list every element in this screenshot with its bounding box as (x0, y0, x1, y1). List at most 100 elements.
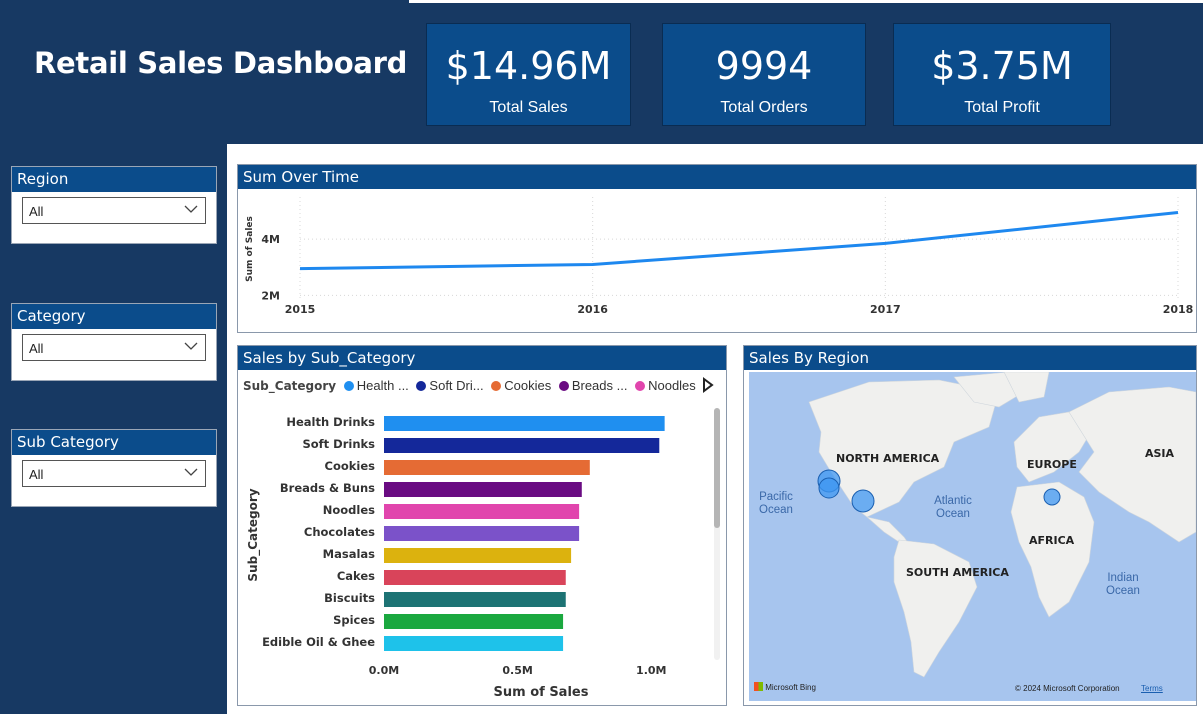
kpi-label: Total Sales (489, 99, 568, 116)
map-bubble (1043, 488, 1061, 506)
bar-chart-panel: Sales by Sub_Category Sub_Category Healt… (237, 345, 727, 706)
panel-title: Sales By Region (744, 346, 1196, 370)
legend-dot (635, 381, 646, 391)
kpi-label: Total Orders (720, 99, 808, 116)
chevron-down-icon (184, 205, 198, 213)
legend-item[interactable]: Cookies (491, 378, 551, 393)
dropdown-value: All (29, 341, 44, 356)
category-label: Breads & Buns (280, 481, 375, 495)
kpi-card-total-profit[interactable]: $3.75M Total Profit (893, 23, 1111, 126)
line-chart-panel: Sum Over Time 2M 4M 2015 2016 2017 2018 Sum of… (237, 164, 1197, 333)
ocean-label: Indian Ocean (1106, 572, 1140, 597)
y-axis-title: Sub_Category (246, 488, 261, 581)
kpi-value: 9994 (715, 44, 813, 88)
x-tick-label: 2018 (1163, 303, 1194, 316)
legend-item[interactable]: Soft Dri... (416, 378, 484, 393)
bar (384, 416, 665, 431)
map-bubble (851, 489, 875, 513)
legend-item[interactable]: Breads ... (558, 378, 628, 393)
legend-dot (491, 381, 502, 391)
map-panel: Sales By Region NORTH AMERICA EUROPE ASI… (743, 345, 1197, 706)
bar (384, 526, 580, 541)
x-tick-label: 2015 (285, 303, 316, 316)
scrollbar-thumb[interactable] (714, 408, 720, 528)
legend-label: Breads ... (571, 378, 628, 393)
category-label: Health Drinks (286, 415, 375, 429)
category-label: Spices (333, 613, 375, 627)
ocean-label: Pacific Ocean (759, 491, 793, 516)
microsoft-logo-icon (754, 682, 763, 691)
x-tick-label: 2016 (577, 303, 608, 316)
chevron-down-icon (184, 342, 198, 350)
continent-label: NORTH AMERICA (836, 452, 940, 465)
panel-title: Sales by Sub_Category (238, 346, 726, 370)
kpi-value: $14.96M (445, 44, 612, 88)
bar (384, 614, 564, 629)
bar (384, 570, 566, 585)
slicer-title: Sub Category (12, 430, 216, 455)
dropdown-value: All (29, 204, 44, 219)
ocean-label: Atlantic Ocean (934, 495, 972, 520)
legend-item[interactable]: Health ... (343, 378, 409, 393)
continent-label: EUROPE (1027, 458, 1077, 471)
x-axis-title: Sum of Sales (494, 685, 589, 700)
bar-chart[interactable]: Sub_Category Health Drinks Soft Drinks Cook… (238, 408, 726, 705)
dashboard-canvas: Retail Sales Dashboard $14.96M Total Sal… (0, 0, 1203, 714)
legend-dot (416, 381, 427, 391)
bar (384, 636, 564, 651)
slicer-region: Region All (11, 166, 217, 244)
continent-label: ASIA (1145, 447, 1175, 460)
legend-label: Soft Dri... (429, 378, 484, 393)
chart-legend: Sub_Category Health ... Soft Dri... Cook… (243, 378, 700, 393)
kpi-value: $3.75M (931, 44, 1073, 88)
panel-title: Sum Over Time (238, 165, 1196, 189)
continent-label: AFRICA (1029, 534, 1075, 547)
bar (384, 592, 566, 607)
category-label: Edible Oil & Ghee (262, 635, 375, 649)
kpi-label: Total Profit (964, 99, 1040, 116)
kpi-card-total-orders[interactable]: 9994 Total Orders (662, 23, 866, 126)
slicer-category: Category All (11, 303, 217, 381)
bing-logo: Microsoft Bing (754, 682, 816, 692)
bar (384, 460, 590, 475)
legend-label: Health ... (356, 378, 409, 393)
series-line (299, 210, 1179, 271)
x-tick-label: 0.0M (369, 664, 399, 677)
kpi-card-total-sales[interactable]: $14.96M Total Sales (426, 23, 631, 126)
legend-title: Sub_Category (243, 379, 337, 393)
legend-item[interactable]: Noodles (635, 378, 696, 393)
legend-label: Cookies (504, 378, 552, 393)
category-label: Cakes (337, 569, 375, 583)
continent-label: SOUTH AMERICA (906, 566, 1009, 579)
x-tick-label: 0.5M (502, 664, 532, 677)
category-label: Noodles (323, 503, 375, 517)
legend-next-arrow-icon[interactable] (702, 377, 714, 393)
bar (384, 482, 582, 497)
category-label: Soft Drinks (302, 437, 375, 451)
dashboard-title: Retail Sales Dashboard (34, 46, 408, 80)
y-tick-label: 4M (261, 233, 280, 246)
world-map[interactable]: NORTH AMERICA EUROPE ASIA AFRICA SOUTH A… (749, 372, 1196, 701)
legend-label: Noodles (648, 378, 696, 393)
category-label: Masalas (323, 547, 376, 561)
category-dropdown[interactable]: All (22, 334, 206, 361)
header-top-border (409, 0, 1203, 3)
region-dropdown[interactable]: All (22, 197, 206, 224)
legend-dot (343, 381, 354, 391)
bar (384, 548, 572, 563)
slicer-sub-category: Sub Category All (11, 429, 217, 507)
sub-category-dropdown[interactable]: All (22, 460, 206, 487)
bar (384, 438, 660, 453)
legend-dot (558, 381, 569, 391)
slicer-title: Category (12, 304, 216, 329)
bing-label: Microsoft Bing (765, 683, 816, 692)
category-label: Chocolates (304, 525, 375, 539)
slicer-title: Region (12, 167, 216, 192)
map-bubble (818, 477, 840, 499)
line-chart[interactable]: 2M 4M 2015 2016 2017 2018 Sum of Sales (238, 189, 1196, 332)
terms-link[interactable]: Terms (1141, 684, 1163, 693)
x-tick-label: 1.0M (636, 664, 666, 677)
map-land-shapes (808, 372, 1196, 678)
y-axis-title: Sum of Sales (245, 216, 255, 282)
map-copyright: © 2024 Microsoft Corporation (1015, 684, 1120, 693)
